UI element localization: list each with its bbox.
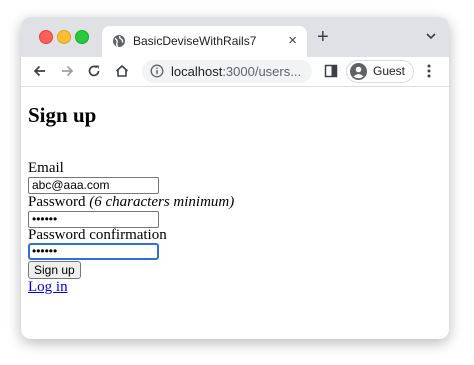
- globe-icon: [113, 35, 125, 48]
- profile-button[interactable]: Guest: [346, 60, 414, 83]
- password-hint: (6 characters minimum): [89, 194, 235, 210]
- info-icon[interactable]: [150, 64, 164, 78]
- profile-label: Guest: [373, 64, 406, 78]
- tab-close-icon[interactable]: ×: [288, 32, 297, 50]
- password-label: Password: [28, 194, 86, 210]
- reload-icon[interactable]: [86, 63, 102, 79]
- page-content: Sign up Email abc@aaa.com Password (6 ch…: [21, 87, 449, 339]
- chevron-down-icon[interactable]: [425, 30, 437, 42]
- address-bar[interactable]: localhost:3000/users...: [142, 60, 312, 83]
- page-title: Sign up: [28, 103, 97, 127]
- avatar: [350, 63, 367, 80]
- browser-tab[interactable]: BasicDeviseWithRails7 ×: [102, 26, 307, 57]
- side-panel-icon[interactable]: [324, 64, 338, 78]
- email-field[interactable]: abc@aaa.com: [28, 177, 159, 194]
- close-window-button[interactable]: [39, 30, 53, 44]
- zoom-window-button[interactable]: [75, 30, 89, 44]
- url-text[interactable]: localhost:3000/users...: [171, 64, 309, 79]
- browser-window: BasicDeviseWithRails7 × + localhost:3000…: [21, 17, 449, 339]
- browser-toolbar: localhost:3000/users... Guest: [21, 57, 449, 87]
- new-tab-button[interactable]: +: [317, 27, 329, 47]
- home-icon[interactable]: [114, 63, 130, 79]
- email-label: Email: [28, 160, 64, 176]
- minimize-window-button[interactable]: [57, 30, 71, 44]
- password-confirmation-label: Password confirmation: [28, 227, 167, 243]
- title-bar: BasicDeviseWithRails7 × +: [21, 17, 449, 57]
- log-in-link[interactable]: Log in: [28, 279, 68, 296]
- password-field[interactable]: ••••••: [28, 211, 159, 228]
- password-label-row: Password (6 characters minimum): [28, 194, 234, 211]
- tab-title: BasicDeviseWithRails7: [133, 34, 257, 48]
- back-arrow-icon[interactable]: [32, 63, 48, 79]
- forward-arrow-icon[interactable]: [59, 63, 75, 79]
- password-confirmation-field[interactable]: ••••••: [28, 243, 159, 260]
- sign-up-button[interactable]: Sign up: [28, 261, 81, 279]
- more-menu-icon[interactable]: [426, 63, 432, 79]
